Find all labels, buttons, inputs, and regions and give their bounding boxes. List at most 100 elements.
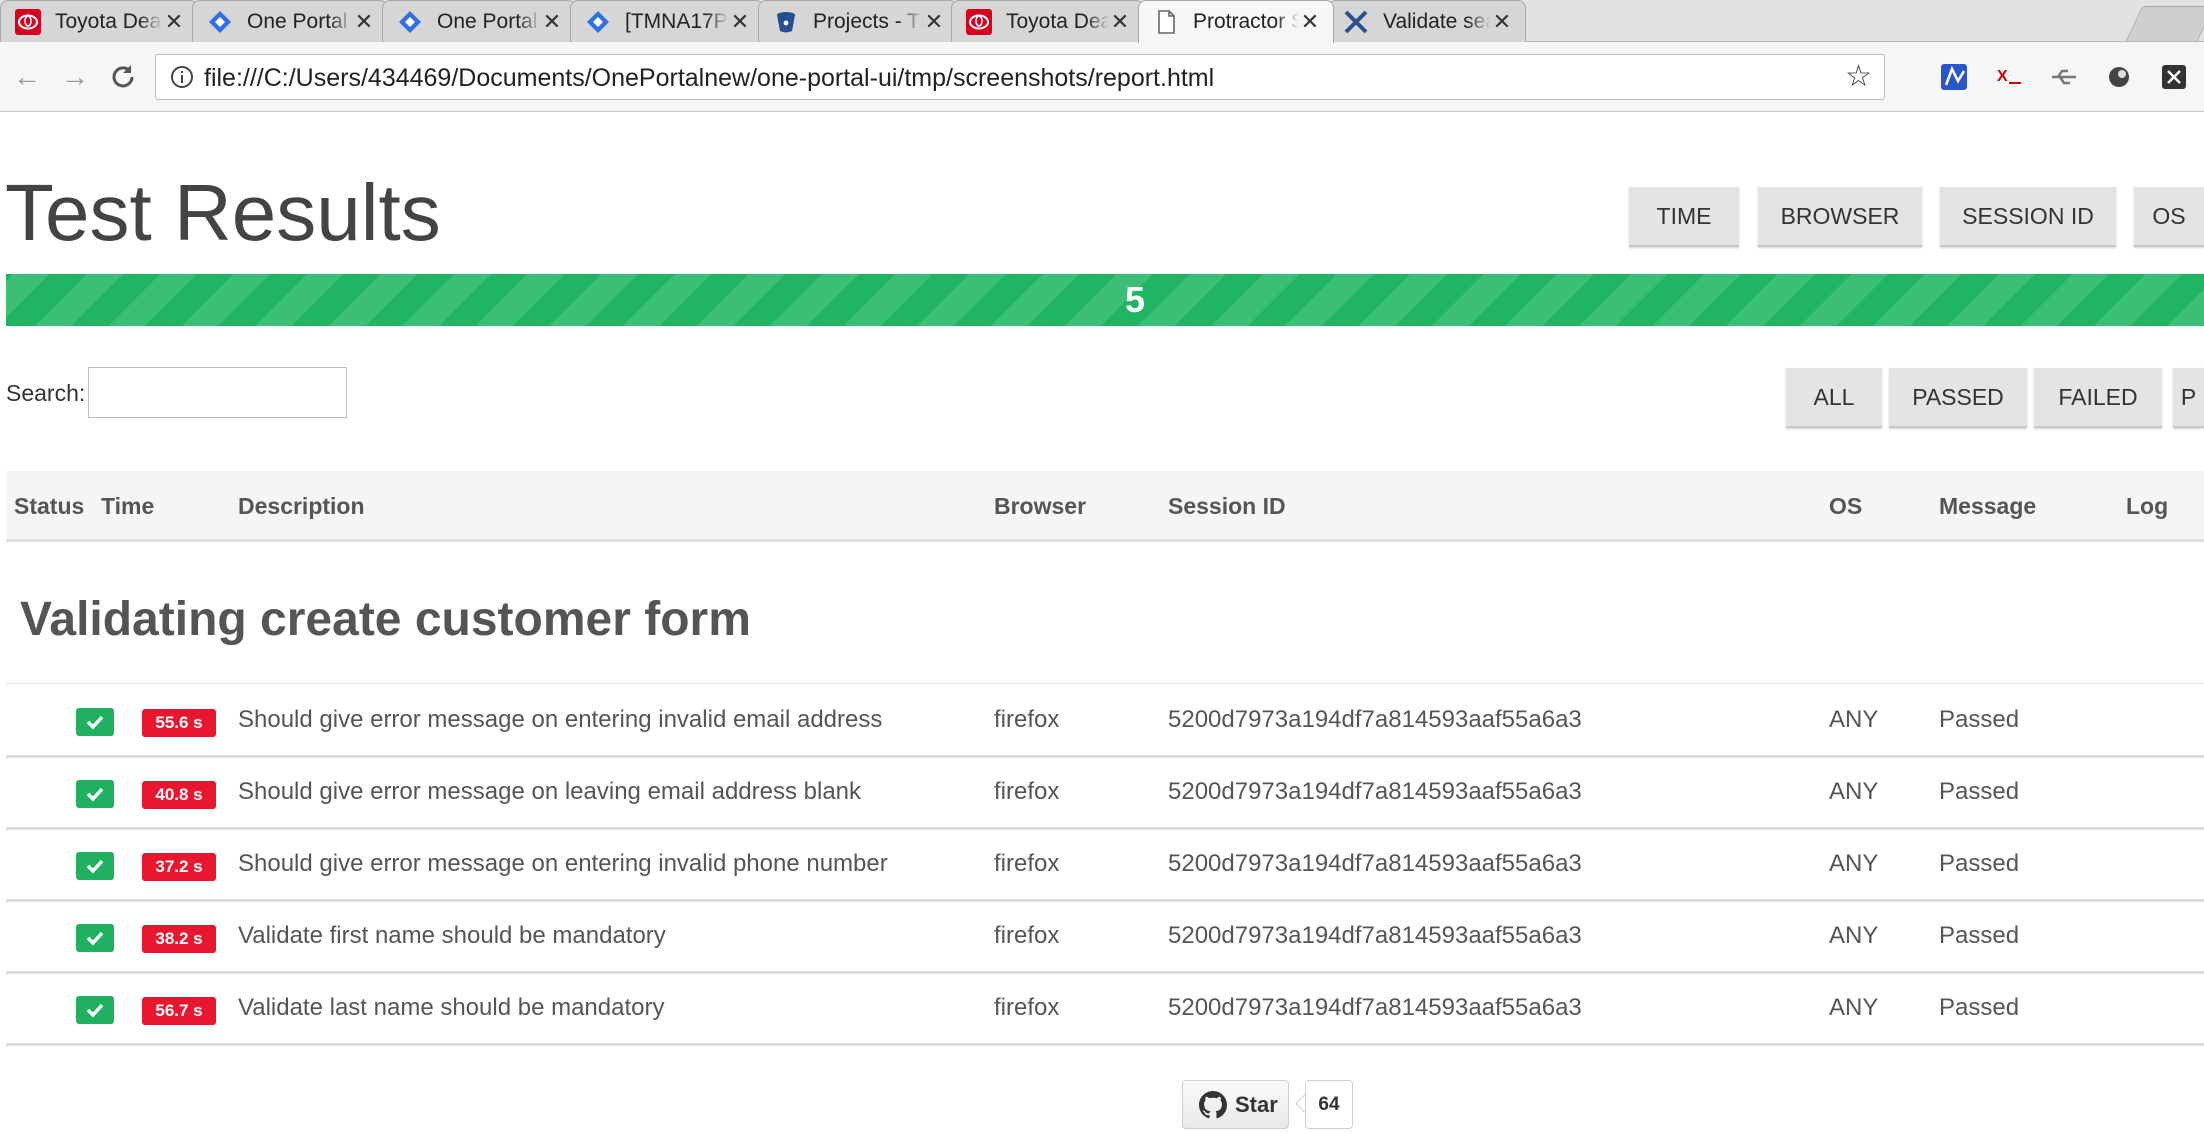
column-header-time[interactable]: Time	[101, 493, 154, 520]
result-message: Passed	[1939, 994, 2020, 1021]
extension-dark-icon[interactable]	[2103, 61, 2135, 93]
filter-failed-button[interactable]: FAILED	[2034, 368, 2162, 428]
tab-title: Validate search feature	[1383, 9, 1491, 33]
column-header-session-id[interactable]: Session ID	[1168, 493, 1286, 520]
tab-2[interactable]: One Portal - Agile Board✕	[192, 0, 388, 42]
column-header-status[interactable]: Status	[14, 493, 84, 520]
close-tab-icon[interactable]: ✕	[163, 9, 185, 35]
table-header: Status Time Description Browser Session …	[6, 471, 2204, 542]
forward-arrow-icon[interactable]: →	[60, 62, 90, 92]
github-star-label: Star	[1235, 1091, 1278, 1117]
os-name: ANY	[1829, 922, 1879, 949]
tab-8[interactable]: Validate search feature✕	[1328, 0, 1526, 42]
address-bar[interactable]: file:///C:/Users/434469/Documents/OnePor…	[155, 54, 1885, 100]
filter-all-button[interactable]: ALL	[1786, 368, 1882, 428]
os-name: ANY	[1829, 706, 1879, 733]
passed-check-icon	[76, 996, 114, 1024]
extension-blue-icon[interactable]	[1938, 61, 1970, 93]
close-tab-icon[interactable]: ✕	[1491, 9, 1513, 35]
browser-toolbar: ← → file:///C:/Users/434469/Documents/On…	[0, 42, 2204, 112]
extension-xpath-icon[interactable]: X	[1993, 61, 2025, 93]
tab-title: Toyota Dealer Portal	[55, 9, 163, 33]
table-row[interactable]: 55.6 s Should give error message on enter…	[6, 686, 2204, 758]
test-description: Should give error message on entering in…	[238, 850, 888, 877]
reload-icon[interactable]	[108, 62, 138, 92]
passed-check-icon	[76, 852, 114, 880]
document-icon	[1153, 9, 1179, 35]
tab-title: Protractor Screenshot Report	[1193, 10, 1299, 33]
progress-count: 5	[1124, 279, 1146, 320]
close-tab-icon[interactable]: ✕	[353, 9, 375, 35]
tab-strip: Toyota Dealer Portal✕One Portal - Agile …	[0, 0, 2204, 43]
session-id: 5200d7973a194df7a814593aaf55a6a3	[1168, 922, 1582, 949]
sort-os-button[interactable]: OS	[2134, 187, 2204, 247]
search-label: Search:	[6, 380, 86, 406]
extension-usb-icon[interactable]	[2048, 61, 2080, 93]
toyota-logo-icon	[15, 8, 41, 35]
x-logo-icon	[1343, 9, 1369, 35]
tab-4[interactable]: [TMNA17P-6384]✕	[570, 0, 764, 42]
tab-6[interactable]: Toyota Dealer Portal✕	[951, 0, 1144, 42]
search-input[interactable]	[88, 367, 347, 418]
close-tab-icon[interactable]: ✕	[923, 9, 945, 35]
github-star-button[interactable]: Star	[1182, 1080, 1289, 1129]
svg-text:X: X	[1997, 68, 2008, 85]
session-id: 5200d7973a194df7a814593aaf55a6a3	[1168, 778, 1582, 805]
close-tab-icon[interactable]: ✕	[1299, 9, 1321, 35]
time-badge: 40.8 s	[142, 781, 216, 809]
tab-title: One Portal - Agile Board	[247, 9, 353, 33]
new-tab-button[interactable]	[2125, 6, 2204, 41]
session-id: 5200d7973a194df7a814593aaf55a6a3	[1168, 994, 1582, 1021]
sort-browser-button[interactable]: BROWSER	[1758, 187, 1922, 247]
browser-name: firefox	[994, 922, 1060, 949]
test-description: Should give error message on leaving ema…	[238, 778, 862, 805]
bitbucket-icon	[773, 9, 799, 35]
passed-check-icon	[76, 780, 114, 808]
tab-title: [TMNA17P-6384]	[625, 9, 729, 33]
column-header-os[interactable]: OS	[1829, 493, 1862, 520]
browser-name: firefox	[994, 850, 1060, 877]
passed-check-icon	[76, 708, 114, 736]
progress-fill	[6, 274, 2204, 326]
table-row[interactable]: 37.2 s Should give error message on enter…	[6, 830, 2204, 902]
table-row[interactable]: 38.2 s Validate first name should be mand…	[6, 902, 2204, 974]
column-header-message[interactable]: Message	[1939, 493, 2036, 520]
close-tab-icon[interactable]: ✕	[1109, 9, 1131, 35]
time-badge: 37.2 s	[142, 853, 216, 881]
info-icon[interactable]	[170, 65, 194, 89]
url-text[interactable]: file:///C:/Users/434469/Documents/OnePor…	[204, 64, 1214, 93]
back-arrow-icon[interactable]: ←	[12, 62, 42, 92]
tab-3[interactable]: One Portal - Agile Board✕	[382, 0, 576, 42]
suite-divider	[6, 683, 2204, 684]
os-name: ANY	[1829, 994, 1879, 1021]
test-description: Validate last name should be mandatory	[238, 994, 665, 1021]
table-row[interactable]: 40.8 s Should give error message on leavi…	[6, 758, 2204, 830]
filter-passed-button[interactable]: PASSED	[1889, 368, 2027, 428]
sort-time-button[interactable]: TIME	[1629, 187, 1739, 247]
bookmark-star-icon[interactable]: ☆	[1845, 59, 1872, 94]
jira-icon	[585, 9, 611, 35]
passed-check-icon	[76, 924, 114, 952]
tab-7[interactable]: Protractor Screenshot Report✕	[1138, 0, 1334, 43]
page-title: Test Results	[5, 168, 441, 257]
sort-session-id-button[interactable]: SESSION ID	[1940, 187, 2116, 247]
column-header-description[interactable]: Description	[238, 493, 365, 520]
tab-1[interactable]: Toyota Dealer Portal✕	[0, 0, 198, 42]
close-tab-icon[interactable]: ✕	[541, 9, 563, 35]
tab-title: One Portal - Agile Board	[437, 9, 541, 33]
github-logo-icon	[1199, 1090, 1227, 1118]
tab-5[interactable]: Projects - TMNA Bitbucket✕	[758, 0, 958, 42]
result-message: Passed	[1939, 850, 2020, 877]
os-name: ANY	[1829, 778, 1879, 805]
column-header-browser[interactable]: Browser	[994, 493, 1086, 520]
session-id: 5200d7973a194df7a814593aaf55a6a3	[1168, 706, 1582, 733]
github-star-count[interactable]: 64	[1305, 1080, 1353, 1129]
table-row[interactable]: 56.7 s Validate last name should be manda…	[6, 974, 2204, 1046]
test-description: Validate first name should be mandatory	[238, 922, 666, 949]
browser-name: firefox	[994, 778, 1060, 805]
close-tab-icon[interactable]: ✕	[729, 9, 751, 35]
tab-title: Projects - TMNA Bitbucket	[813, 9, 923, 33]
filter-p-button[interactable]: P	[2173, 368, 2204, 428]
column-header-log[interactable]: Log	[2126, 493, 2168, 520]
extension-x-icon[interactable]	[2158, 61, 2190, 93]
